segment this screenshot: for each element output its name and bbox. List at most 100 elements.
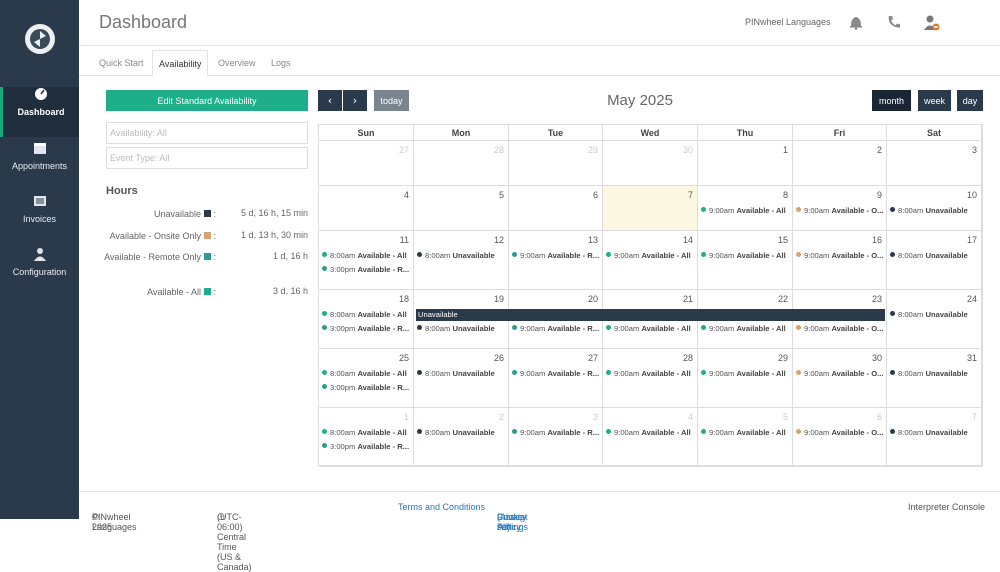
calendar-event[interactable]: 8:00am Unavailable <box>417 251 495 260</box>
day-cell[interactable]: 12 8:00am Unavailable <box>414 231 509 290</box>
day-cell[interactable]: 1 8:00am Available - All 3:00pm Available … <box>319 408 414 467</box>
sidebar-item-configuration[interactable]: Configuration <box>0 247 79 297</box>
day-number[interactable]: 9 <box>877 190 882 200</box>
view-day-button[interactable]: day <box>957 90 983 111</box>
day-number[interactable]: 10 <box>967 190 977 200</box>
accept-all-link[interactable]: (Accept All) <box>497 512 528 532</box>
day-cell[interactable]: 2 <box>793 141 887 186</box>
calendar-event[interactable]: 9:00am Available - R... <box>512 428 599 437</box>
day-number[interactable]: 29 <box>588 145 598 155</box>
day-number[interactable]: 13 <box>588 235 598 245</box>
day-cell[interactable]: 3 9:00am Available - R... <box>509 408 603 467</box>
calendar-event[interactable]: 8:00am Unavailable <box>417 369 495 378</box>
calendar-event[interactable]: 9:00am Available - All <box>701 369 786 378</box>
calendar-event[interactable]: 9:00am Available - R... <box>512 324 599 333</box>
day-number[interactable]: 15 <box>778 235 788 245</box>
sidebar-item-invoices[interactable]: Invoices <box>0 194 79 244</box>
day-cell[interactable]: 13 9:00am Available - R... <box>509 231 603 290</box>
user-status-icon[interactable] <box>924 14 940 32</box>
calendar-event[interactable]: 9:00am Available - All <box>606 428 691 437</box>
edit-standard-availability-button[interactable]: Edit Standard Availability <box>106 90 308 111</box>
calendar-event[interactable]: 3:00pm Available - R... <box>322 265 409 274</box>
calendar-event[interactable]: 9:00am Available - All <box>606 369 691 378</box>
day-number[interactable]: 3 <box>972 145 977 155</box>
day-cell[interactable]: 2 8:00am Unavailable <box>414 408 509 467</box>
day-cell[interactable]: 27 <box>319 141 414 186</box>
calendar-event[interactable]: 9:00am Available - O... <box>796 369 884 378</box>
day-number[interactable]: 28 <box>683 353 693 363</box>
calendar-event[interactable]: 9:00am Available - R... <box>512 369 599 378</box>
view-week-button[interactable]: week <box>918 90 951 111</box>
all-day-unavailable-event[interactable]: Unavailable <box>416 309 885 321</box>
organization-name[interactable]: PINwheel Languages <box>745 17 831 27</box>
day-number[interactable]: 29 <box>778 353 788 363</box>
tab-availability[interactable]: Availability <box>152 50 209 76</box>
day-cell[interactable]: 29 9:00am Available - All <box>698 349 793 408</box>
day-number[interactable]: 2 <box>499 412 504 422</box>
day-number[interactable]: 23 <box>872 294 882 304</box>
day-number[interactable]: 1 <box>783 145 788 155</box>
day-cell[interactable]: 11 8:00am Available - All 3:00pm Available… <box>319 231 414 290</box>
day-cell[interactable]: 25 8:00am Available - All 3:00pm Available… <box>319 349 414 408</box>
day-cell[interactable]: 17 8:00am Unavailable <box>887 231 982 290</box>
day-number[interactable]: 6 <box>593 190 598 200</box>
day-cell[interactable]: 6 <box>509 186 603 231</box>
day-number[interactable]: 12 <box>494 235 504 245</box>
day-cell[interactable]: 30 9:00am Available - O... <box>793 349 887 408</box>
view-month-button[interactable]: month <box>872 90 911 111</box>
day-cell[interactable]: 29 <box>509 141 603 186</box>
day-cell[interactable]: 16 9:00am Available - O... <box>793 231 887 290</box>
calendar-event[interactable]: 9:00am Available - R... <box>512 251 599 260</box>
calendar-event[interactable]: 9:00am Available - O... <box>796 324 884 333</box>
calendar-event[interactable]: 3:00pm Available - R... <box>322 442 409 451</box>
day-number[interactable]: 5 <box>783 412 788 422</box>
day-cell[interactable]: 14 9:00am Available - All <box>603 231 698 290</box>
bell-icon[interactable] <box>849 14 863 32</box>
day-cell[interactable]: 27 9:00am Available - R... <box>509 349 603 408</box>
calendar-event[interactable]: 8:00am Available - All <box>322 369 407 378</box>
day-number[interactable]: 16 <box>872 235 882 245</box>
day-cell[interactable]: 24 8:00am Unavailable <box>887 290 982 349</box>
day-number[interactable]: 8 <box>783 190 788 200</box>
day-cell[interactable]: 15 9:00am Available - All <box>698 231 793 290</box>
day-number[interactable]: 7 <box>972 412 977 422</box>
sidebar-item-dashboard[interactable]: Dashboard <box>0 87 79 137</box>
day-cell[interactable]: 4 9:00am Available - All <box>603 408 698 467</box>
calendar-event[interactable]: 8:00am Unavailable <box>417 428 495 437</box>
day-number[interactable]: 14 <box>683 235 693 245</box>
prev-month-button[interactable]: ‹ <box>318 90 342 111</box>
tab-logs[interactable]: Logs <box>265 50 297 76</box>
day-number[interactable]: 22 <box>778 294 788 304</box>
calendar-event[interactable]: 8:00am Available - All <box>322 428 407 437</box>
day-number[interactable]: 17 <box>967 235 977 245</box>
calendar-event[interactable]: 9:00am Available - All <box>701 324 786 333</box>
day-number[interactable]: 30 <box>872 353 882 363</box>
day-cell[interactable]: 7 <box>603 186 698 231</box>
day-number[interactable]: 28 <box>494 145 504 155</box>
day-cell[interactable]: 10 8:00am Unavailable <box>887 186 982 231</box>
day-cell[interactable]: 30 <box>603 141 698 186</box>
day-number[interactable]: 11 <box>400 235 409 245</box>
calendar-event[interactable]: 8:00am Available - All <box>322 251 407 260</box>
calendar-event[interactable]: 9:00am Available - O... <box>796 251 884 260</box>
day-number[interactable]: 25 <box>399 353 409 363</box>
day-number[interactable]: 31 <box>967 353 977 363</box>
calendar-event[interactable]: 8:00am Unavailable <box>890 251 968 260</box>
day-cell[interactable]: 5 <box>414 186 509 231</box>
day-cell[interactable]: 31 8:00am Unavailable <box>887 349 982 408</box>
day-cell[interactable]: 28 <box>414 141 509 186</box>
day-number[interactable]: 24 <box>967 294 977 304</box>
calendar-event[interactable]: 9:00am Available - All <box>701 428 786 437</box>
calendar-event[interactable]: 9:00am Available - All <box>701 251 786 260</box>
event-type-filter-select[interactable]: Event Type: All <box>106 147 308 169</box>
day-cell[interactable]: 9 9:00am Available - O... <box>793 186 887 231</box>
calendar-event[interactable]: 8:00am Unavailable <box>890 428 968 437</box>
today-button[interactable]: today <box>374 90 409 111</box>
calendar-event[interactable]: 3:00pm Available - R... <box>322 383 409 392</box>
day-cell[interactable]: 4 <box>319 186 414 231</box>
calendar-event[interactable]: 8:00am Unavailable <box>890 369 968 378</box>
day-number[interactable]: 2 <box>877 145 882 155</box>
sidebar-item-appointments[interactable]: Appointments <box>0 141 79 191</box>
day-number[interactable]: 4 <box>688 412 693 422</box>
day-cell[interactable]: 26 8:00am Unavailable <box>414 349 509 408</box>
